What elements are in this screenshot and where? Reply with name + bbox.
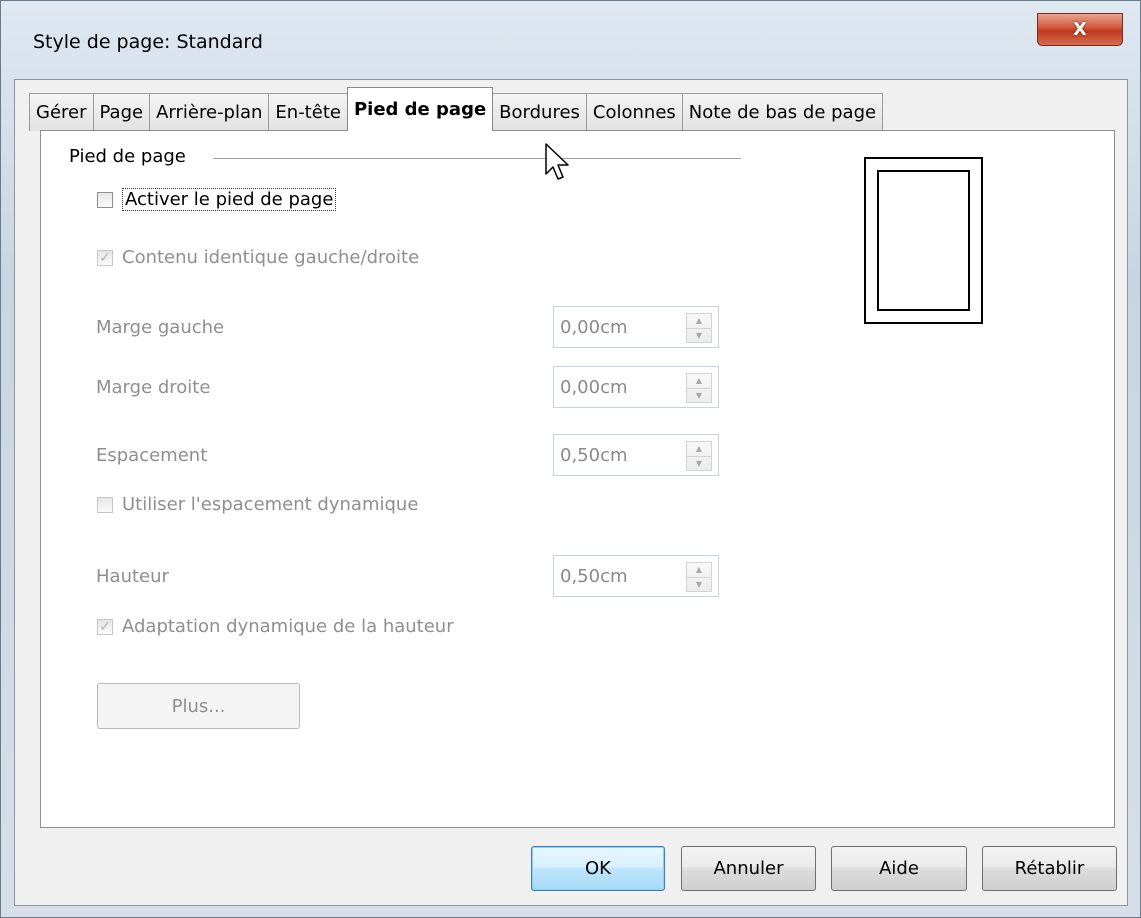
section-divider bbox=[213, 158, 741, 159]
spin-up-icon[interactable]: ▲ bbox=[687, 563, 711, 578]
tab-en-tete[interactable]: En-tête bbox=[268, 93, 348, 131]
left-margin-spin-buttons[interactable]: ▲ ▼ bbox=[686, 313, 712, 343]
section-title: Pied de page bbox=[69, 146, 186, 167]
left-margin-label: Marge gauche bbox=[96, 317, 225, 338]
spin-up-icon[interactable]: ▲ bbox=[687, 314, 711, 329]
page-preview bbox=[864, 157, 983, 324]
spin-down-icon[interactable]: ▼ bbox=[687, 329, 711, 343]
tab-colonnes[interactable]: Colonnes bbox=[585, 93, 683, 131]
dynamic-spacing-label: Utiliser l'espacement dynamique bbox=[122, 494, 419, 515]
tab-arriere-plan[interactable]: Arrière-plan bbox=[149, 93, 270, 131]
tab-page[interactable]: Page bbox=[92, 93, 151, 131]
check-icon: ✓ bbox=[99, 249, 111, 266]
height-value[interactable]: 0,50cm bbox=[560, 566, 678, 587]
cancel-button[interactable]: Annuler bbox=[681, 846, 816, 891]
spacing-label: Espacement bbox=[96, 445, 208, 466]
activate-footer-checkbox-row[interactable]: Activer le pied de page bbox=[97, 188, 337, 211]
reset-button[interactable]: Rétablir bbox=[982, 846, 1117, 891]
spacing-value[interactable]: 0,50cm bbox=[560, 445, 678, 466]
activate-footer-checkbox[interactable] bbox=[97, 191, 113, 208]
height-label: Hauteur bbox=[96, 566, 169, 587]
spin-down-icon[interactable]: ▼ bbox=[687, 578, 711, 592]
tab-bar: Gérer Page Arrière-plan En-tête Pied de … bbox=[29, 87, 884, 131]
ok-button[interactable]: OK bbox=[531, 846, 665, 891]
autofit-height-checkbox-row[interactable]: ✓ Adaptation dynamique de la hauteur bbox=[97, 616, 454, 637]
close-icon: X bbox=[1073, 19, 1087, 40]
autofit-height-checkbox[interactable]: ✓ bbox=[97, 618, 113, 635]
spacing-spinbox[interactable]: 0,50cm ▲ ▼ bbox=[553, 434, 719, 476]
autofit-height-label: Adaptation dynamique de la hauteur bbox=[122, 616, 454, 637]
height-spinbox[interactable]: 0,50cm ▲ ▼ bbox=[553, 555, 719, 597]
right-margin-spin-buttons[interactable]: ▲ ▼ bbox=[686, 373, 712, 403]
spin-up-icon[interactable]: ▲ bbox=[687, 442, 711, 457]
right-margin-value[interactable]: 0,00cm bbox=[560, 377, 678, 398]
same-content-checkbox[interactable]: ✓ bbox=[97, 249, 113, 266]
tab-note-de-bas-de-page[interactable]: Note de bas de page bbox=[681, 93, 884, 131]
same-content-checkbox-row[interactable]: ✓ Contenu identique gauche/droite bbox=[97, 247, 419, 268]
window-title: Style de page: Standard bbox=[33, 31, 263, 53]
spin-down-icon[interactable]: ▼ bbox=[687, 457, 711, 471]
mouse-cursor-icon bbox=[545, 143, 569, 180]
page-preview-content-area bbox=[877, 170, 970, 311]
check-icon: ✓ bbox=[99, 618, 111, 635]
dynamic-spacing-checkbox[interactable] bbox=[97, 496, 113, 513]
activate-footer-label[interactable]: Activer le pied de page bbox=[122, 188, 337, 211]
spin-down-icon[interactable]: ▼ bbox=[687, 389, 711, 403]
more-button[interactable]: Plus... bbox=[97, 683, 300, 729]
dialog-window: Style de page: Standard X Gérer Page Arr… bbox=[0, 0, 1141, 918]
dynamic-spacing-checkbox-row[interactable]: Utiliser l'espacement dynamique bbox=[97, 494, 418, 515]
left-margin-value[interactable]: 0,00cm bbox=[560, 317, 678, 338]
tab-bordures[interactable]: Bordures bbox=[492, 93, 587, 131]
tab-gerer[interactable]: Gérer bbox=[29, 93, 94, 131]
title-bar[interactable]: Style de page: Standard X bbox=[1, 1, 1140, 81]
close-button[interactable]: X bbox=[1037, 13, 1123, 46]
right-margin-label: Marge droite bbox=[96, 377, 211, 398]
tab-pied-de-page[interactable]: Pied de page bbox=[346, 87, 494, 131]
right-margin-spinbox[interactable]: 0,00cm ▲ ▼ bbox=[553, 366, 719, 408]
spin-up-icon[interactable]: ▲ bbox=[687, 374, 711, 389]
left-margin-spinbox[interactable]: 0,00cm ▲ ▼ bbox=[553, 306, 719, 348]
spacing-spin-buttons[interactable]: ▲ ▼ bbox=[686, 441, 712, 471]
help-button[interactable]: Aide bbox=[831, 846, 967, 891]
height-spin-buttons[interactable]: ▲ ▼ bbox=[686, 562, 712, 592]
same-content-label: Contenu identique gauche/droite bbox=[122, 247, 420, 268]
